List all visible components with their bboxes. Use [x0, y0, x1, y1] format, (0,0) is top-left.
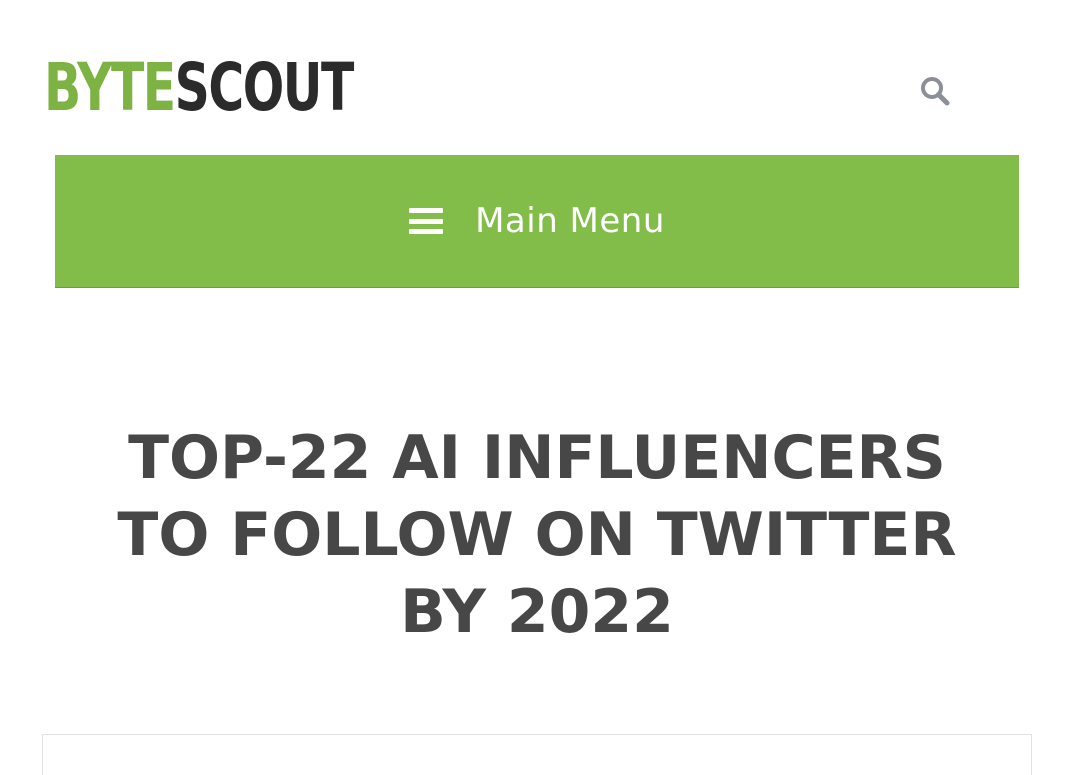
article-title-line: TO FOLLOW ON TWITTER [117, 500, 957, 570]
search-icon [921, 77, 950, 106]
main-menu-button[interactable]: Main Menu [409, 201, 665, 241]
logo-scout-text: SCOUT [174, 49, 355, 126]
article-title: TOP-22 AI INFLUENCERS TO FOLLOW ON TWITT… [40, 420, 1034, 651]
article-title-line: BY 2022 [400, 577, 674, 647]
search-button[interactable] [912, 68, 958, 114]
main-menu-label: Main Menu [475, 201, 665, 241]
logo-byte-text: BYTE [44, 49, 176, 126]
site-logo[interactable]: BYTE SCOUT [44, 48, 355, 128]
hamburger-icon [409, 208, 444, 234]
main-nav-bar: Main Menu [55, 155, 1019, 287]
article-content-box [42, 734, 1032, 775]
article-title-line: TOP-22 AI INFLUENCERS [128, 423, 946, 493]
